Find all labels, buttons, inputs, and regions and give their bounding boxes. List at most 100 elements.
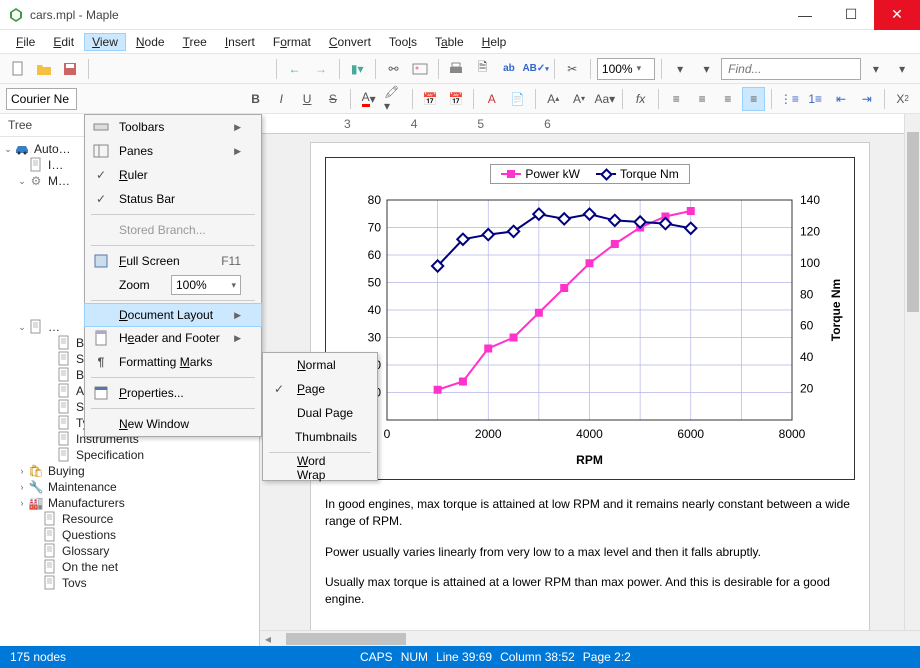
bold-button[interactable]: B xyxy=(244,87,267,111)
scrollbar-vertical[interactable] xyxy=(904,114,920,630)
date2-button[interactable]: 📅 xyxy=(445,87,468,111)
menu-new-window[interactable]: New Window xyxy=(85,412,261,436)
svg-text:80: 80 xyxy=(368,193,382,207)
menu-zoom[interactable]: Zoom100%▾ xyxy=(85,273,261,297)
menu-tree[interactable]: Tree xyxy=(175,33,215,51)
menu-file[interactable]: File xyxy=(8,33,43,51)
cut-button[interactable]: ✂ xyxy=(561,57,584,81)
outdent-button[interactable]: ⇤ xyxy=(830,87,853,111)
menu-edit[interactable]: Edit xyxy=(45,33,82,51)
open-button[interactable] xyxy=(32,57,55,81)
para-button[interactable]: 📄 xyxy=(506,87,529,111)
tree-node[interactable]: Tovs xyxy=(2,575,257,591)
layout-submenu: Normal ✓Page Dual Page Thumbnails Word W… xyxy=(262,352,378,481)
align-right-button[interactable]: ≡ xyxy=(717,87,740,111)
menu-stored-branch: Stored Branch... xyxy=(85,218,261,242)
body-text[interactable]: In good engines, max torque is attained … xyxy=(325,496,855,608)
menu-toolbars[interactable]: Toolbars▶ xyxy=(85,115,261,139)
bookmark-button[interactable]: ▮▾ xyxy=(346,57,369,81)
tree-node[interactable]: On the net xyxy=(2,559,257,575)
indent-button[interactable]: ⇥ xyxy=(855,87,878,111)
forward-button[interactable]: → xyxy=(309,57,332,81)
italic-button[interactable]: I xyxy=(270,87,293,111)
zoom-combo[interactable]: 100%▾ xyxy=(597,58,656,80)
menu-table[interactable]: Table xyxy=(427,33,472,51)
font-button[interactable]: A xyxy=(480,87,503,111)
menu-help[interactable]: Help xyxy=(474,33,515,51)
app-icon xyxy=(8,7,24,23)
back-button[interactable]: ← xyxy=(283,57,306,81)
font-grow-button[interactable]: A▴ xyxy=(542,87,565,111)
highlight-button[interactable]: 🖍▾ xyxy=(383,87,406,111)
svg-text:40: 40 xyxy=(800,350,814,364)
underline-button[interactable]: U xyxy=(296,87,319,111)
find-input[interactable] xyxy=(721,58,861,80)
menu-properties[interactable]: Properties... xyxy=(85,381,261,405)
options2-button[interactable]: ▾ xyxy=(695,57,718,81)
tree-node[interactable]: Glossary xyxy=(2,543,257,559)
minimize-button[interactable]: — xyxy=(782,0,828,30)
menu-view[interactable]: View xyxy=(84,33,126,51)
align-left-button[interactable]: ≡ xyxy=(665,87,688,111)
menu-ruler[interactable]: ✓Ruler xyxy=(85,163,261,187)
svg-text:80: 80 xyxy=(800,287,814,301)
menu-insert[interactable]: Insert xyxy=(217,33,263,51)
scrollbar-horizontal[interactable]: ◂ xyxy=(260,630,920,646)
align-justify-button[interactable]: ≡ xyxy=(742,87,765,111)
menu-panes[interactable]: Panes▶ xyxy=(85,139,261,163)
print-button[interactable] xyxy=(445,57,468,81)
spelling-button[interactable]: ab xyxy=(497,57,520,81)
svg-text:0: 0 xyxy=(384,427,391,441)
print-preview-button[interactable]: 🗎 xyxy=(471,57,494,81)
menu-statusbar[interactable]: ✓Status Bar xyxy=(85,187,261,211)
svg-text:20: 20 xyxy=(800,382,814,396)
close-button[interactable]: ✕ xyxy=(874,0,920,30)
new-doc-button[interactable] xyxy=(6,57,29,81)
menu-format[interactable]: Format xyxy=(265,33,319,51)
find-prev-button[interactable]: ▾ xyxy=(864,57,887,81)
bullets-button[interactable]: ⋮≡ xyxy=(778,87,801,111)
legend-power: Power kW xyxy=(525,167,580,181)
spellcheck-button[interactable]: AB✓▾ xyxy=(524,57,548,81)
menu-full-screen[interactable]: Full ScreenF11 xyxy=(85,249,261,273)
page: Power kW Torque Nm 102030405060708020406… xyxy=(310,142,870,630)
strike-button[interactable]: S xyxy=(322,87,345,111)
find-next-button[interactable]: ▾ xyxy=(891,57,914,81)
menu-layout-page[interactable]: ✓Page xyxy=(263,377,377,401)
numbering-button[interactable]: 1≡ xyxy=(804,87,827,111)
menu-convert[interactable]: Convert xyxy=(321,33,379,51)
maximize-button[interactable]: ☐ xyxy=(828,0,874,30)
date-button[interactable]: 📅 xyxy=(419,87,442,111)
options-button[interactable]: ▾ xyxy=(668,57,691,81)
font-combo[interactable]: Courier Ne xyxy=(6,88,77,110)
menu-layout-normal[interactable]: Normal xyxy=(263,353,377,377)
menu-node[interactable]: Node xyxy=(128,33,173,51)
image-button[interactable] xyxy=(408,57,431,81)
save-button[interactable] xyxy=(59,57,82,81)
tree-node[interactable]: Specification xyxy=(2,447,257,463)
menu-layout-wordwrap[interactable]: Word Wrap xyxy=(263,456,377,480)
tree-node[interactable]: Questions xyxy=(2,527,257,543)
statusbar-page: Page 2:2 xyxy=(583,650,631,664)
menu-layout-dual[interactable]: Dual Page xyxy=(263,401,377,425)
menu-header-footer[interactable]: Header and Footer▶ xyxy=(85,326,261,350)
paragraph: Usually max torque is attained at a lowe… xyxy=(325,574,855,608)
tree-node[interactable]: Resource xyxy=(2,511,257,527)
tree-node[interactable]: ›🔧Maintenance xyxy=(2,479,257,495)
view-menu-dropdown: Toolbars▶ Panes▶ ✓Ruler ✓Status Bar Stor… xyxy=(84,114,262,437)
formula-button[interactable]: fx xyxy=(629,87,652,111)
tree-node[interactable]: ›🏭Manufacturers xyxy=(2,495,257,511)
link-button[interactable]: ⚯ xyxy=(382,57,405,81)
menu-tools[interactable]: Tools xyxy=(381,33,425,51)
align-center-button[interactable]: ≡ xyxy=(691,87,714,111)
subscript-button[interactable]: X2 xyxy=(891,87,914,111)
svg-text:70: 70 xyxy=(368,221,382,235)
ruler[interactable]: 3 4 5 6 xyxy=(260,114,920,134)
tree-node[interactable]: ›🛍Buying xyxy=(2,463,257,479)
menu-formatting-marks[interactable]: ¶Formatting Marks xyxy=(85,350,261,374)
menu-document-layout[interactable]: Document Layout▶ xyxy=(84,303,262,327)
case-button[interactable]: Aa▾ xyxy=(593,87,616,111)
font-shrink-button[interactable]: A▾ xyxy=(568,87,591,111)
font-color-button[interactable]: A▾ xyxy=(357,87,380,111)
menu-layout-thumbnails[interactable]: Thumbnails xyxy=(263,425,377,449)
